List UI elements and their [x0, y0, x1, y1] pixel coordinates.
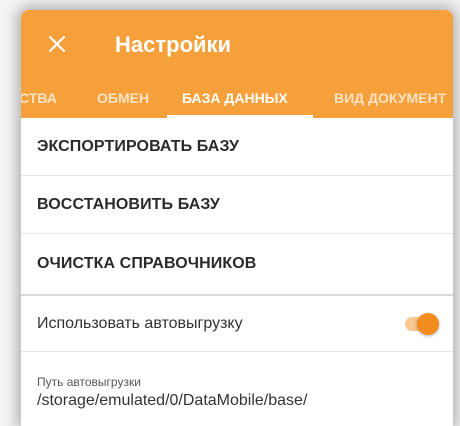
switch-thumb	[417, 313, 439, 335]
close-button[interactable]	[41, 28, 73, 60]
app-bar: Настройки СТВА ОБМЕН БАЗА ДАННЫХ ВИД ДОК…	[21, 10, 453, 118]
upload-path-label: Путь автовыгрузки	[37, 375, 141, 389]
tab-partial-left[interactable]: СТВА	[21, 86, 57, 118]
tab-database[interactable]: БАЗА ДАННЫХ	[182, 86, 288, 118]
auto-upload-row[interactable]: Использовать автовыгрузку	[21, 296, 453, 352]
clear-references-label: ОЧИСТКА СПРАВОЧНИКОВ	[37, 255, 257, 272]
page-title: Настройки	[115, 32, 232, 57]
restore-database-label: ВОССТАНОВИТЬ БАЗУ	[37, 195, 220, 213]
tab-document-view[interactable]: ВИД ДОКУМЕНТ	[334, 86, 446, 118]
export-database-item[interactable]: ЭКСПОРТИРОВАТЬ БАЗУ	[21, 118, 453, 176]
upload-path-value: /storage/emulated/0/DataMobile/base/	[37, 392, 308, 409]
close-icon	[48, 35, 66, 53]
auto-upload-switch[interactable]	[403, 313, 439, 335]
restore-database-item[interactable]: ВОССТАНОВИТЬ БАЗУ	[21, 176, 453, 234]
clear-references-item[interactable]: ОЧИСТКА СПРАВОЧНИКОВ	[21, 234, 453, 294]
tab-bar: СТВА ОБМЕН БАЗА ДАННЫХ ВИД ДОКУМЕНТ	[21, 86, 453, 118]
auto-upload-label: Использовать автовыгрузку	[37, 314, 243, 332]
screen: Настройки СТВА ОБМЕН БАЗА ДАННЫХ ВИД ДОК…	[0, 0, 460, 426]
tab-exchange[interactable]: ОБМЕН	[97, 86, 149, 118]
settings-screen: Настройки СТВА ОБМЕН БАЗА ДАННЫХ ВИД ДОК…	[21, 10, 453, 426]
export-database-label: ЭКСПОРТИРОВАТЬ БАЗУ	[37, 137, 240, 155]
